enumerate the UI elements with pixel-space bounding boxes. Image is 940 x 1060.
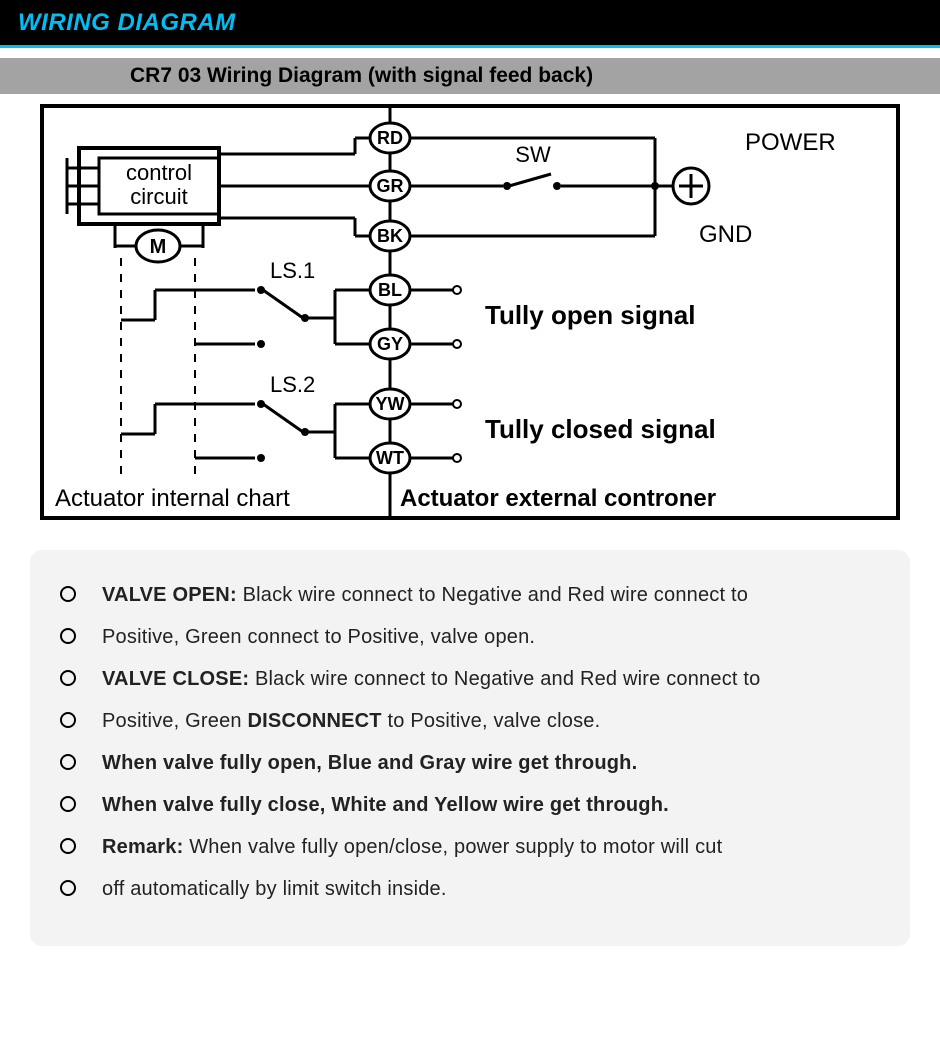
desc-text: When valve fully close, White and Yellow…: [102, 790, 880, 820]
desc-row: When valve fully open, Blue and Gray wir…: [60, 748, 880, 778]
bullet-icon: [60, 880, 76, 896]
control-circuit-label-l1: control: [126, 160, 192, 185]
bullet-icon: [60, 754, 76, 770]
desc-row: off automatically by limit switch inside…: [60, 874, 880, 904]
close-signal-label: Tully closed signal: [485, 414, 716, 444]
external-wiring: SW POWER GND Tully open signal: [410, 129, 836, 462]
desc-text: When valve fully open, Blue and Gray wir…: [102, 748, 880, 778]
wiring-diagram: control circuit M: [40, 104, 900, 520]
sw-label: SW: [515, 142, 551, 167]
bullet-icon: [60, 712, 76, 728]
terminal-gr: GR: [377, 176, 404, 196]
desc-text: off automatically by limit switch inside…: [102, 874, 880, 904]
desc-text: Positive, Green DISCONNECT to Positive, …: [102, 706, 880, 736]
desc-row: Positive, Green DISCONNECT to Positive, …: [60, 706, 880, 736]
ls2-label: LS.2: [270, 372, 315, 397]
header-bar: WIRING DIAGRAM: [0, 0, 940, 48]
bullet-icon: [60, 670, 76, 686]
desc-text: VALVE CLOSE: Black wire connect to Negat…: [102, 664, 880, 694]
bullet-icon: [60, 838, 76, 854]
terminal-wt: WT: [376, 448, 404, 468]
desc-row: VALVE OPEN: Black wire connect to Negati…: [60, 580, 880, 610]
schematic-svg: control circuit M: [44, 108, 896, 516]
open-signal-label: Tully open signal: [485, 300, 695, 330]
desc-text: Remark: When valve fully open/close, pow…: [102, 832, 880, 862]
left-caption: Actuator internal chart: [55, 485, 290, 512]
desc-row: Remark: When valve fully open/close, pow…: [60, 832, 880, 862]
terminal-bk: BK: [377, 226, 403, 246]
motor-label: M: [150, 236, 167, 258]
right-caption: Actuator external controner: [400, 485, 716, 512]
bullet-icon: [60, 796, 76, 812]
motor-symbol: M: [115, 224, 203, 480]
desc-text: Positive, Green connect to Positive, val…: [102, 622, 880, 652]
power-label: POWER: [745, 129, 836, 156]
desc-row: Positive, Green connect to Positive, val…: [60, 622, 880, 652]
desc-row: When valve fully close, White and Yellow…: [60, 790, 880, 820]
desc-row: VALVE CLOSE: Black wire connect to Negat…: [60, 664, 880, 694]
bullet-icon: [60, 586, 76, 602]
limit-switch-1: LS.1: [121, 258, 371, 348]
limit-switch-2: LS.2: [121, 372, 371, 462]
terminal-group: RD GR BK BL GY YW WT: [370, 123, 410, 473]
desc-text: VALVE OPEN: Black wire connect to Negati…: [102, 580, 880, 610]
diagram-container: control circuit M: [0, 94, 940, 540]
bullet-icon: [60, 628, 76, 644]
gnd-label: GND: [699, 221, 752, 248]
subheader-bar: CR7 03 Wiring Diagram (with signal feed …: [0, 58, 940, 94]
control-circuit-box: control circuit: [67, 148, 219, 224]
subheader-title: CR7 03 Wiring Diagram (with signal feed …: [130, 64, 593, 88]
terminal-bl: BL: [378, 280, 402, 300]
terminal-gy: GY: [377, 334, 403, 354]
page-title: WIRING DIAGRAM: [18, 9, 236, 37]
description-panel: VALVE OPEN: Black wire connect to Negati…: [30, 550, 910, 946]
terminal-rd: RD: [377, 128, 403, 148]
control-circuit-label-l2: circuit: [130, 184, 187, 209]
ls1-label: LS.1: [270, 258, 315, 283]
terminal-yw: YW: [376, 394, 405, 414]
